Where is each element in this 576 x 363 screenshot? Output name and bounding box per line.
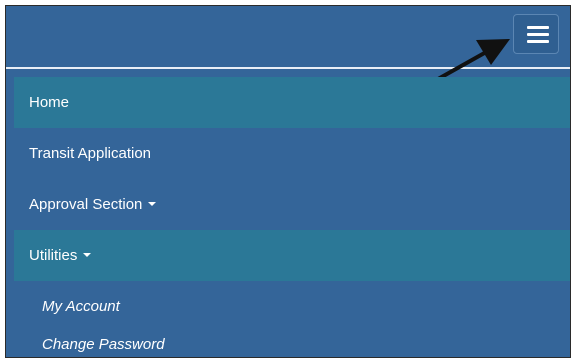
submenu-item-label: My Account [42, 298, 120, 315]
menu-item-label: Utilities [29, 247, 78, 264]
utilities-submenu: My Account Change Password [14, 281, 570, 357]
nav-menu: Home Transit Application Approval Sectio… [14, 77, 570, 357]
hamburger-icon [527, 33, 549, 36]
menu-item-label: Transit Application [29, 145, 152, 162]
caret-down-icon [83, 253, 92, 258]
menu-item-approval-section[interactable]: Approval Section [14, 179, 570, 230]
navbar: Home Transit Application Approval Sectio… [5, 5, 571, 358]
menu-item-label: Approval Section [29, 196, 143, 213]
caret-down-icon [148, 202, 157, 207]
hamburger-icon [527, 40, 549, 43]
menu-item-label: Home [29, 94, 70, 111]
navbar-toggle-button[interactable] [513, 14, 559, 54]
menu-item-utilities[interactable]: Utilities [14, 230, 570, 281]
submenu-item-change-password[interactable]: Change Password [14, 326, 570, 357]
hamburger-icon [527, 26, 549, 29]
menu-item-transit-application[interactable]: Transit Application [14, 128, 570, 179]
submenu-item-label: Change Password [42, 336, 165, 353]
menu-item-home[interactable]: Home [14, 77, 570, 128]
submenu-item-my-account[interactable]: My Account [14, 288, 570, 326]
